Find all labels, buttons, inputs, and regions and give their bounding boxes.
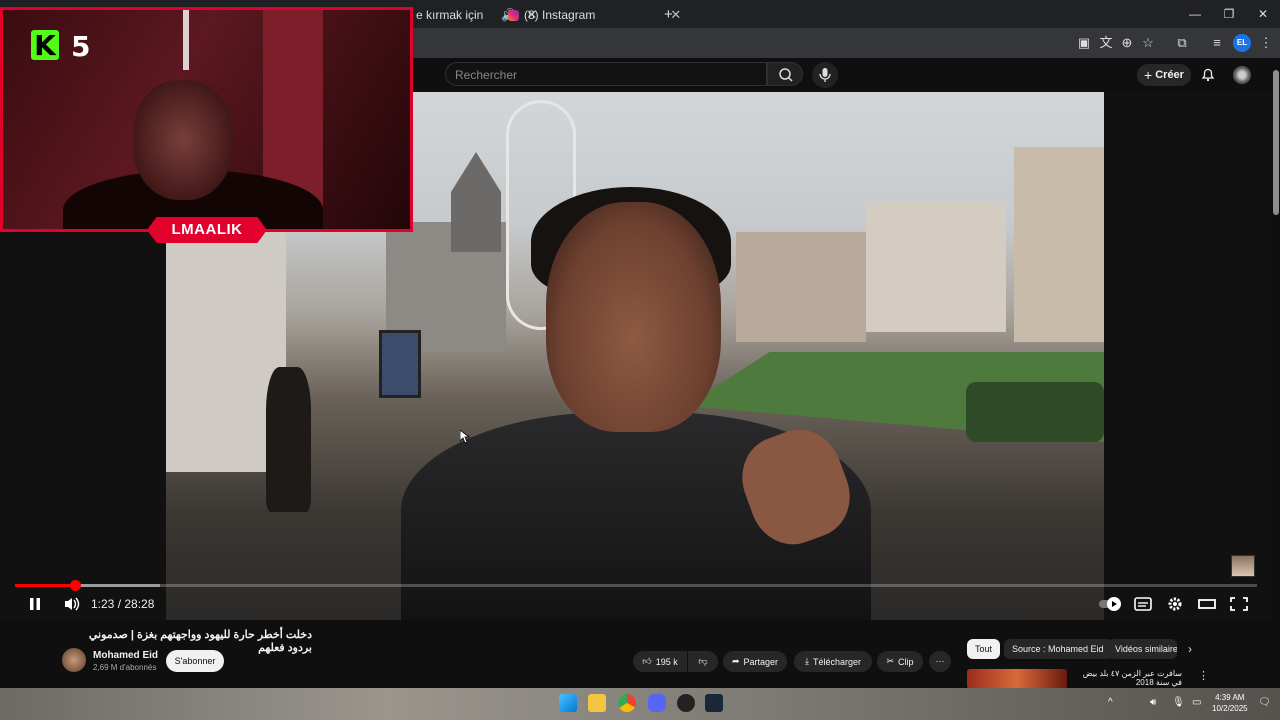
instagram-icon bbox=[508, 9, 519, 21]
recommended-video-thumbnail[interactable] bbox=[967, 669, 1067, 689]
clip-label: Clip bbox=[898, 656, 914, 667]
close-window-button[interactable]: ✕ bbox=[1246, 7, 1280, 21]
steam-icon[interactable] bbox=[705, 694, 723, 712]
extensions-icon[interactable]: ⧉ bbox=[1173, 34, 1191, 52]
share-button[interactable]: ➦ Partager bbox=[723, 651, 787, 672]
chrome-icon[interactable] bbox=[618, 694, 636, 712]
chip-all[interactable]: Tout bbox=[967, 639, 1001, 659]
tab-title: (8) Instagram bbox=[524, 8, 596, 22]
taskbar bbox=[0, 688, 1280, 720]
cast-icon[interactable]: ▣ bbox=[1075, 34, 1093, 52]
download-label: Télécharger bbox=[812, 656, 861, 667]
taskbar-clock[interactable]: 4:39 AM 10/2/2025 bbox=[1212, 692, 1248, 714]
translate-icon[interactable]: 文 bbox=[1097, 34, 1115, 52]
subscribe-button[interactable]: S'abonner bbox=[166, 650, 224, 672]
tab-title: e kırmak için bbox=[416, 8, 484, 22]
scrollbar-thumb[interactable] bbox=[1273, 70, 1279, 215]
microphone-tray-icon[interactable]: 🎙︎ bbox=[1172, 697, 1185, 708]
kebab-menu-icon[interactable]: ⋮ bbox=[1198, 669, 1209, 682]
pause-button[interactable] bbox=[27, 596, 43, 612]
new-tab-button[interactable]: + bbox=[664, 6, 673, 23]
notification-center-icon[interactable]: 🗨︎ bbox=[1258, 697, 1271, 708]
share-label: Partager bbox=[743, 656, 779, 667]
speaker-tray-icon[interactable]: 🔊︎ bbox=[1150, 697, 1156, 708]
mouse-cursor-icon bbox=[460, 430, 470, 444]
profile-avatar[interactable]: EL bbox=[1233, 34, 1251, 52]
window-controls: — ❐ ✕ bbox=[1178, 0, 1280, 28]
share-icon: ➦ bbox=[731, 656, 740, 666]
microphone-icon bbox=[819, 68, 831, 82]
pedestrian bbox=[266, 367, 311, 512]
logo-number: 5 bbox=[71, 30, 91, 63]
recommended-video-title[interactable]: سافرت عبر الزمن ٤٧ بلد بيض في سنة 2018 bbox=[1072, 669, 1182, 687]
logo-letter: K bbox=[31, 29, 59, 62]
chevron-right-icon[interactable]: › bbox=[1188, 642, 1192, 656]
restore-button[interactable]: ❐ bbox=[1212, 7, 1246, 21]
streamer-face bbox=[133, 80, 233, 200]
building bbox=[1014, 147, 1104, 342]
light-strip bbox=[183, 10, 189, 70]
webcam-overlay: K 5 bbox=[0, 7, 413, 232]
like-count: 195 k bbox=[655, 656, 678, 667]
search-input[interactable]: Rechercher bbox=[445, 62, 767, 86]
download-icon: ⤓ bbox=[804, 656, 809, 666]
hedge bbox=[966, 382, 1104, 442]
media-control-icon[interactable]: ≡ bbox=[1208, 34, 1226, 52]
station-tower bbox=[451, 152, 501, 252]
windows-start-icon[interactable] bbox=[559, 694, 577, 712]
account-avatar[interactable] bbox=[1233, 66, 1251, 84]
browser-tab-instagram[interactable]: (8) Instagram ✕ bbox=[508, 4, 681, 26]
subscriber-count: 2,69 M d'abonnés bbox=[93, 663, 157, 672]
presenter-face bbox=[546, 202, 721, 432]
building bbox=[866, 202, 1006, 332]
search-icon bbox=[779, 68, 793, 82]
end-screen-thumbnail[interactable] bbox=[1231, 555, 1255, 577]
obs-icon[interactable] bbox=[677, 694, 695, 712]
bookmark-star-icon[interactable]: ☆ bbox=[1139, 34, 1157, 52]
progress-played bbox=[15, 584, 75, 587]
more-horizontal-icon: ⋯ bbox=[935, 656, 945, 666]
fullscreen-icon[interactable] bbox=[1229, 596, 1249, 612]
thumbs-down-icon: 👎︎ bbox=[698, 656, 708, 666]
clip-button[interactable]: ✂ Clip bbox=[877, 651, 923, 672]
menu-kebab-icon[interactable]: ⋮ bbox=[1257, 34, 1275, 52]
scissors-icon: ✂ bbox=[886, 656, 895, 666]
streamer-name-banner: LMAALIK bbox=[147, 217, 267, 243]
building bbox=[736, 232, 866, 342]
create-button[interactable]: + Créer bbox=[1137, 64, 1191, 86]
like-button[interactable]: 👍︎ 195 k bbox=[633, 651, 687, 672]
clock-date: 10/2/2025 bbox=[1212, 704, 1248, 713]
discord-icon[interactable] bbox=[648, 694, 666, 712]
volume-icon[interactable] bbox=[63, 596, 81, 612]
channel-avatar[interactable] bbox=[62, 648, 86, 672]
advert-panel bbox=[379, 330, 421, 398]
time-display: 1:23 / 28:28 bbox=[91, 597, 155, 611]
progress-track[interactable] bbox=[15, 584, 1257, 587]
clock-time: 4:39 AM bbox=[1215, 693, 1245, 702]
more-actions-button[interactable]: ⋯ bbox=[929, 651, 951, 672]
file-explorer-icon[interactable] bbox=[588, 694, 606, 712]
channel-name[interactable]: Mohamed Eid bbox=[93, 650, 158, 661]
create-label: Créer bbox=[1155, 69, 1184, 81]
zoom-icon[interactable]: ⊕ bbox=[1118, 34, 1136, 52]
tray-chevron-icon[interactable]: ^ bbox=[1108, 697, 1113, 708]
chip-similar[interactable]: Vidéos similaire bbox=[1107, 639, 1177, 659]
kick-logo: K 5 bbox=[31, 29, 91, 63]
subtitles-icon[interactable] bbox=[1133, 596, 1153, 612]
theater-mode-icon[interactable] bbox=[1197, 596, 1217, 612]
download-button[interactable]: ⤓ Télécharger bbox=[794, 651, 872, 672]
progress-scrubber[interactable] bbox=[70, 580, 81, 591]
thumbs-up-icon: 👍︎ bbox=[642, 656, 652, 666]
notifications-bell-icon[interactable] bbox=[1200, 66, 1216, 82]
search-button[interactable] bbox=[767, 62, 803, 86]
minimize-button[interactable]: — bbox=[1178, 7, 1212, 21]
voice-search-button[interactable] bbox=[812, 62, 838, 88]
settings-gear-icon[interactable] bbox=[1165, 596, 1185, 612]
dislike-button[interactable]: 👎︎ bbox=[688, 651, 718, 672]
chip-source[interactable]: Source : Mohamed Eid bbox=[1004, 639, 1112, 659]
autoplay-toggle[interactable] bbox=[1098, 596, 1124, 612]
network-tray-icon[interactable]: ▭ bbox=[1192, 697, 1201, 708]
plus-icon: + bbox=[1144, 67, 1153, 83]
